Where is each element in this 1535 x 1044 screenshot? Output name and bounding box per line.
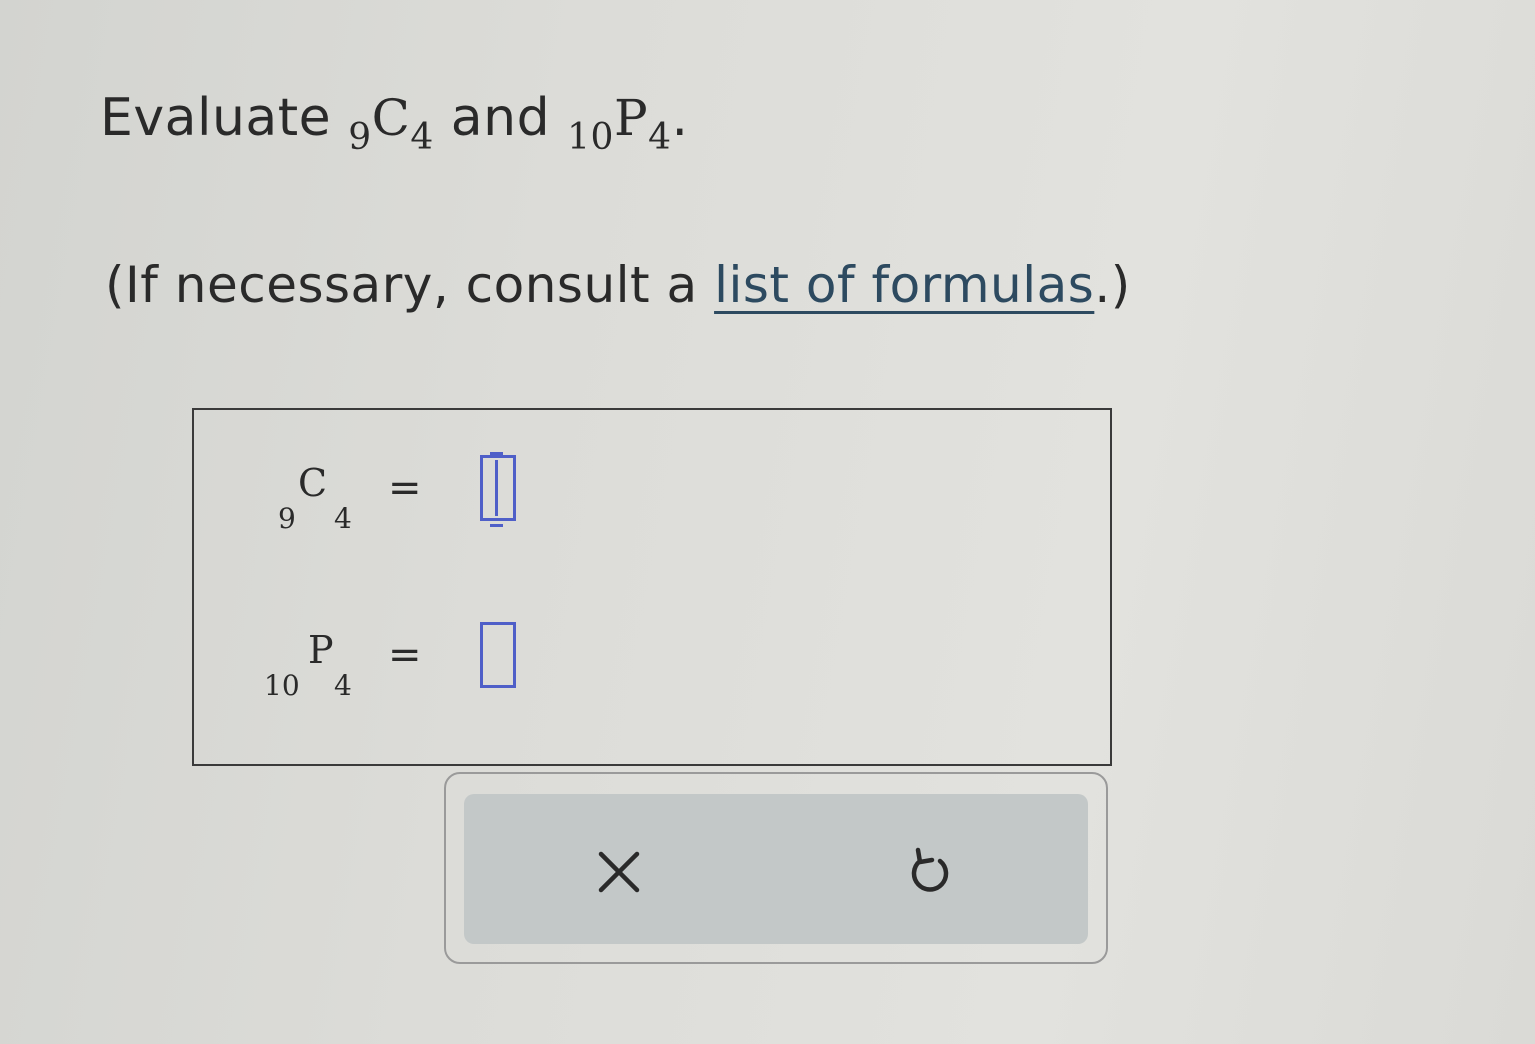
question-end: . (671, 88, 689, 148)
answer-combination-letter: C (298, 461, 328, 505)
controls-bar (464, 794, 1088, 944)
question-conjunction: and (433, 88, 568, 148)
answer-expr-combination: 9 C 4 (264, 455, 374, 535)
answer-combination-r: 4 (334, 502, 352, 535)
undo-button[interactable] (890, 832, 970, 912)
permutation-letter: P (613, 89, 649, 147)
permutation-r: 4 (648, 117, 672, 158)
answer-permutation-n: 10 (264, 669, 300, 702)
answer-row-combination: 9 C 4 = (264, 452, 516, 535)
close-icon (598, 851, 640, 893)
formulas-link[interactable]: list of formulas (714, 256, 1094, 314)
question-expr-permutation: 10P4 (567, 89, 671, 158)
question-text: Evaluate 9C4 and 10P4. (100, 88, 689, 158)
answer-panel: 9 C 4 = 10 P 4 = (192, 408, 1112, 766)
answer-permutation-r: 4 (334, 669, 352, 702)
hint-after: .) (1094, 256, 1131, 314)
permutation-n: 10 (567, 117, 614, 158)
question-expr-combination: 9C4 (348, 89, 434, 158)
combination-n: 9 (348, 117, 372, 158)
clear-button[interactable] (579, 832, 659, 912)
answer-row-permutation: 10 P 4 = (264, 622, 516, 702)
permutation-answer-input[interactable] (479, 622, 516, 688)
equals-sign: = (388, 465, 422, 511)
combination-letter: C (371, 89, 411, 147)
equals-sign: = (388, 632, 422, 678)
answer-controls (444, 772, 1108, 964)
hint-before: (If necessary, consult a (105, 256, 715, 314)
question-prefix: Evaluate (100, 88, 349, 148)
hint-text: (If necessary, consult a list of formula… (105, 256, 1131, 314)
answer-expr-permutation: 10 P 4 (264, 622, 374, 702)
answer-permutation-letter: P (308, 628, 334, 672)
answer-combination-n: 9 (278, 502, 296, 535)
combination-r: 4 (410, 117, 434, 158)
combination-answer-input[interactable] (479, 452, 516, 521)
undo-icon (911, 847, 949, 892)
